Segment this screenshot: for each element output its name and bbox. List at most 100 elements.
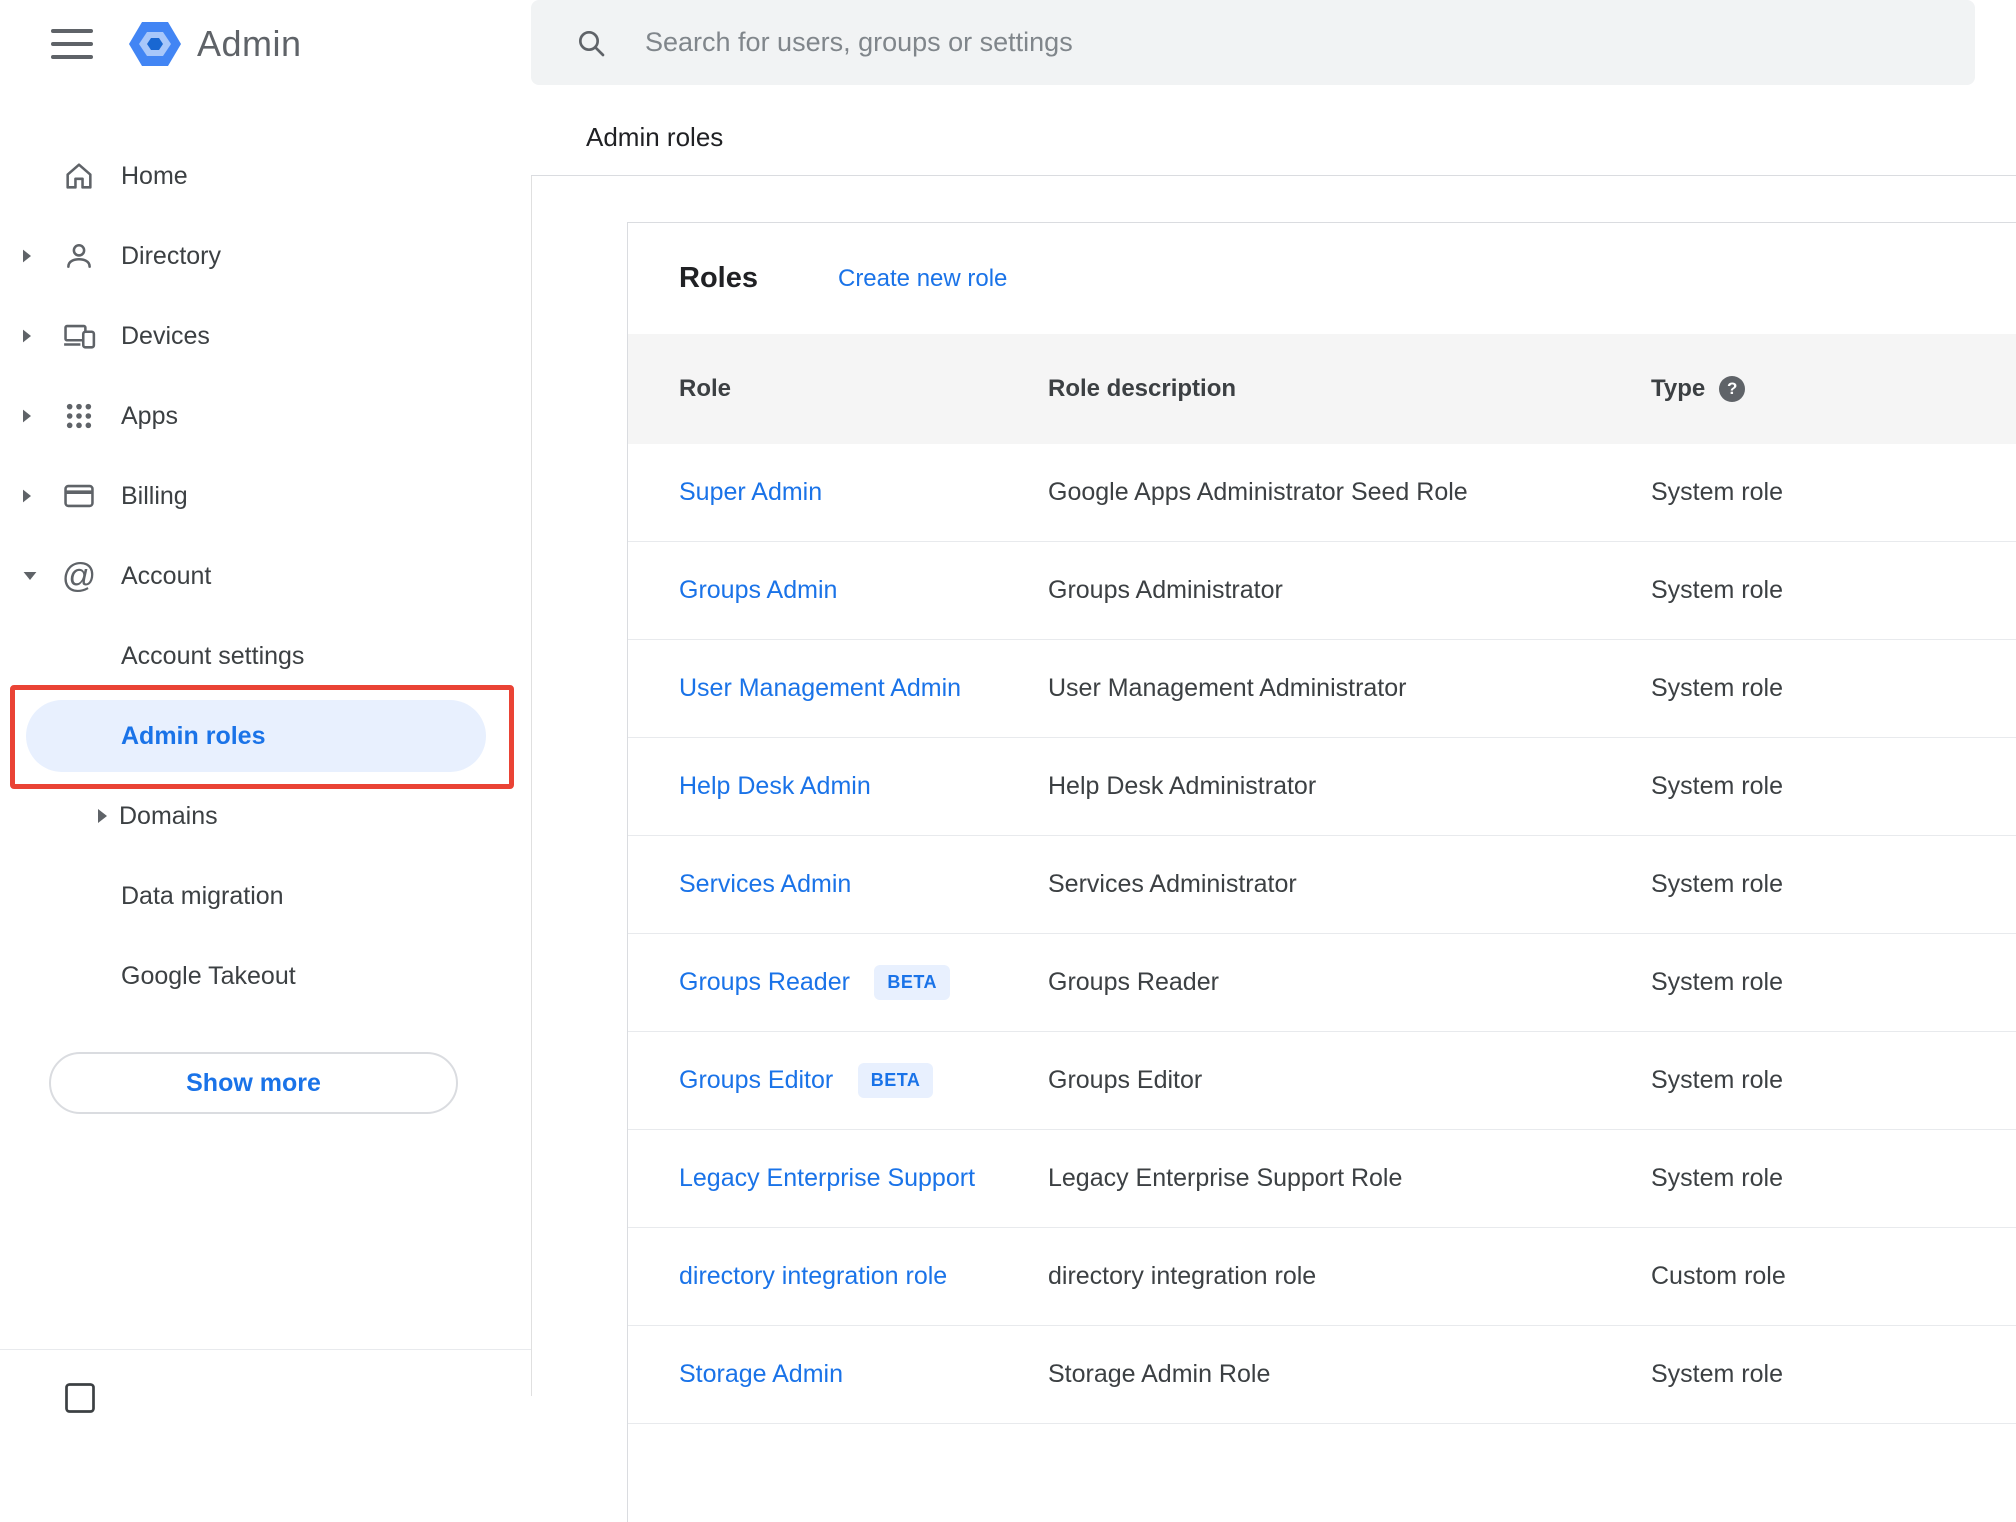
expand-caret-icon (23, 489, 31, 503)
role-type: System role (1651, 478, 1783, 506)
role-description: Groups Administrator (1048, 576, 1283, 604)
sidebar-nav: Home Directory Devices Apps Billing @ Ac… (0, 136, 531, 1016)
sidebar-item-data-migration[interactable]: Data migration (0, 856, 531, 936)
header-divider (531, 175, 2016, 176)
table-row: Groups Reader BETA Groups Reader System … (628, 934, 2016, 1032)
sidebar-item-account[interactable]: @ Account (0, 536, 531, 616)
role-link[interactable]: directory integration role (679, 1262, 947, 1290)
sidebar-item-label: Apps (121, 401, 178, 430)
role-type: System role (1651, 772, 1783, 800)
sidebar-item-label: Domains (119, 801, 218, 830)
breadcrumb: Admin roles (586, 122, 724, 152)
role-description: Legacy Enterprise Support Role (1048, 1164, 1403, 1192)
role-type: System role (1651, 576, 1783, 604)
role-description: Google Apps Administrator Seed Role (1048, 478, 1468, 506)
billing-card-icon (62, 479, 96, 513)
search-icon[interactable] (575, 27, 607, 59)
role-link[interactable]: Help Desk Admin (679, 772, 871, 800)
beta-badge: BETA (857, 1063, 934, 1098)
column-header-description: Role description (1048, 375, 1237, 402)
feedback-icon[interactable] (62, 1380, 98, 1421)
home-icon (62, 159, 96, 193)
roles-card: Roles Create new role Role Role descript… (627, 222, 2016, 1522)
sidebar-divider (531, 176, 532, 1396)
role-type: Custom role (1651, 1262, 1786, 1290)
person-icon (62, 239, 96, 273)
role-link[interactable]: User Management Admin (679, 674, 961, 702)
role-type: System role (1651, 1066, 1783, 1094)
sidebar-item-directory[interactable]: Directory (0, 216, 531, 296)
sidebar-item-label: Data migration (121, 881, 284, 910)
sidebar-item-label: Admin roles (121, 721, 266, 750)
role-link[interactable]: Services Admin (679, 870, 851, 898)
help-icon[interactable]: ? (1719, 376, 1746, 402)
column-header-role: Role (679, 375, 732, 402)
menu-icon[interactable] (51, 29, 93, 59)
sidebar-item-label: Google Takeout (121, 961, 296, 990)
sidebar-item-google-takeout[interactable]: Google Takeout (0, 936, 531, 1016)
table-row: Legacy Enterprise Support Legacy Enterpr… (628, 1130, 2016, 1228)
role-link[interactable]: Super Admin (679, 478, 822, 506)
sidebar-item-label: Home (121, 161, 188, 190)
role-link[interactable]: Groups Editor (679, 1066, 833, 1094)
role-type: System role (1651, 1164, 1783, 1192)
role-description: Storage Admin Role (1048, 1360, 1271, 1388)
sidebar: Admin Home Directory Devices Apps Billin… (0, 0, 531, 1413)
expand-caret-icon (98, 809, 107, 823)
devices-icon (62, 319, 96, 353)
table-row: Services Admin Services Administrator Sy… (628, 836, 2016, 934)
roles-card-header: Roles Create new role (628, 223, 2016, 334)
sidebar-item-devices[interactable]: Devices (0, 296, 531, 376)
table-row: Super Admin Google Apps Administrator Se… (628, 444, 2016, 542)
sidebar-item-apps[interactable]: Apps (0, 376, 531, 456)
roles-title: Roles (679, 262, 758, 294)
table-row: directory integration role directory int… (628, 1228, 2016, 1326)
sidebar-item-label: Account settings (121, 641, 305, 670)
show-more-button[interactable]: Show more (49, 1052, 458, 1114)
table-row: Help Desk Admin Help Desk Administrator … (628, 738, 2016, 836)
role-type: System role (1651, 1360, 1783, 1388)
role-link[interactable]: Groups Admin (679, 576, 837, 604)
collapse-caret-icon (23, 572, 37, 580)
role-type: System role (1651, 674, 1783, 702)
sidebar-item-domains[interactable]: Domains (0, 776, 531, 856)
search-input[interactable] (645, 27, 1845, 58)
role-type: System role (1651, 968, 1783, 996)
expand-caret-icon (23, 409, 31, 423)
app-title: Admin (197, 23, 302, 64)
sidebar-item-label: Billing (121, 481, 188, 510)
table-header-row: Role Role description Type ? (628, 334, 2016, 444)
table-row: Groups Admin Groups Administrator System… (628, 542, 2016, 640)
sidebar-item-billing[interactable]: Billing (0, 456, 531, 536)
role-description: directory integration role (1048, 1262, 1317, 1290)
role-description: Help Desk Administrator (1048, 772, 1317, 800)
sidebar-footer-divider (0, 1349, 531, 1350)
sidebar-item-label: Devices (121, 321, 210, 350)
role-description: User Management Administrator (1048, 674, 1407, 702)
table-row: User Management Admin User Management Ad… (628, 640, 2016, 738)
sidebar-header: Admin (0, 0, 302, 88)
role-description: Groups Reader (1048, 968, 1219, 996)
sidebar-item-label: Account (121, 561, 212, 590)
expand-caret-icon (23, 329, 31, 343)
role-description: Groups Editor (1048, 1066, 1203, 1094)
sidebar-item-home[interactable]: Home (0, 136, 531, 216)
role-link[interactable]: Storage Admin (679, 1360, 843, 1388)
role-link[interactable]: Legacy Enterprise Support (679, 1164, 975, 1192)
apps-grid-icon (62, 399, 96, 433)
beta-badge: BETA (874, 965, 951, 1000)
column-header-type: Type (1651, 375, 1706, 402)
role-description: Services Administrator (1048, 870, 1297, 898)
role-type: System role (1651, 870, 1783, 898)
admin-logo-icon (129, 21, 181, 67)
table-row: Groups Editor BETA Groups Editor System … (628, 1032, 2016, 1130)
table-row: Storage Admin Storage Admin Role System … (628, 1326, 2016, 1424)
search-bar (531, 0, 1975, 85)
sidebar-item-label: Directory (121, 241, 222, 270)
role-link[interactable]: Groups Reader (679, 968, 850, 996)
at-icon: @ (61, 557, 97, 595)
sidebar-item-account-settings[interactable]: Account settings (0, 616, 531, 696)
sidebar-item-admin-roles[interactable]: Admin roles (0, 696, 531, 776)
create-new-role-link[interactable]: Create new role (838, 265, 1007, 293)
expand-caret-icon (23, 249, 31, 263)
